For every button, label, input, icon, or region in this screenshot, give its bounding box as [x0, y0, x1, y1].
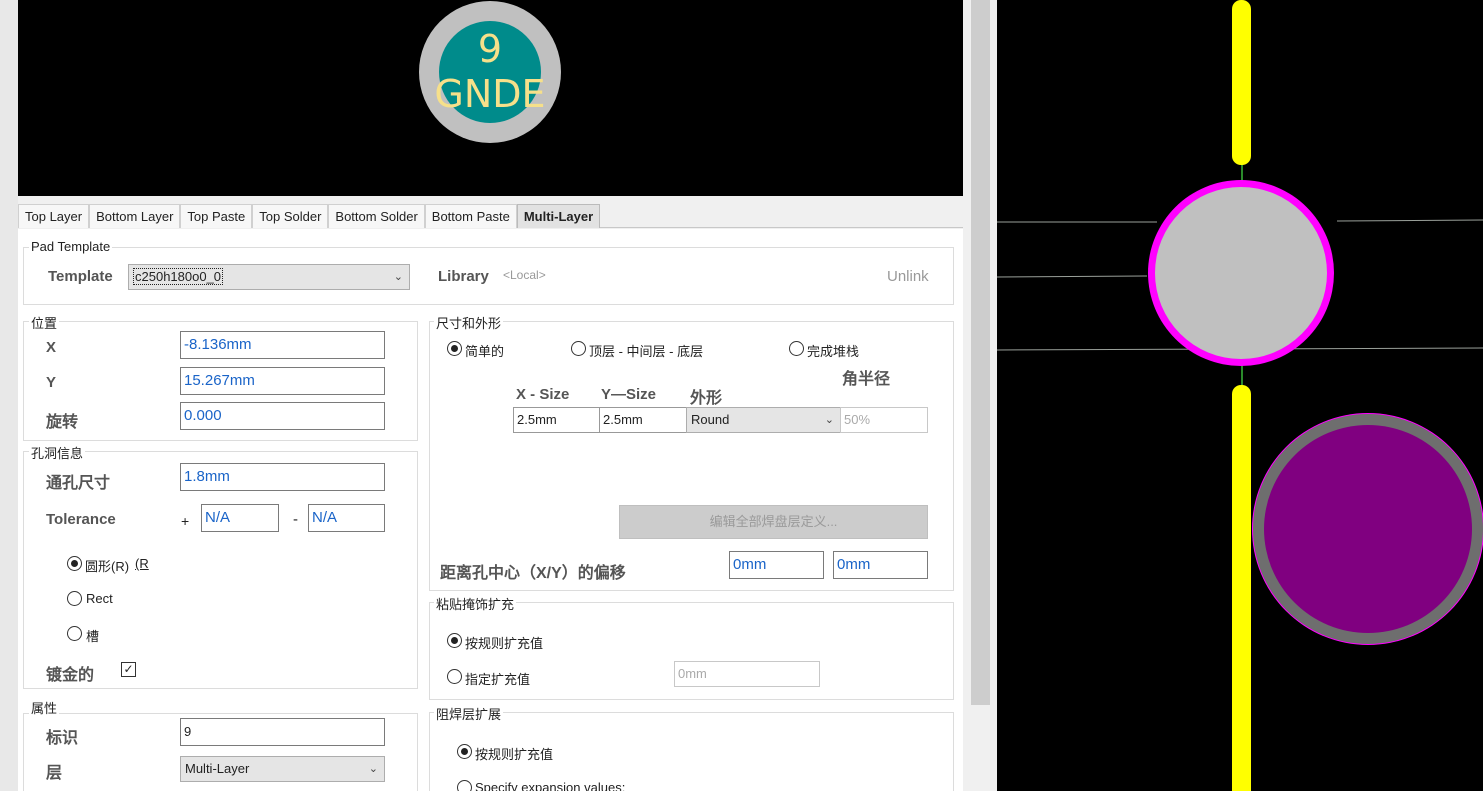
solder-rule-radio[interactable] [457, 744, 472, 759]
plated-checkbox[interactable]: ✓ [121, 662, 136, 677]
chevron-down-icon: ⌄ [824, 414, 834, 426]
properties-title: 属性 [29, 698, 60, 717]
tab-top-paste[interactable]: Top Paste [180, 204, 253, 228]
paste-specify-input[interactable]: 0mm [674, 661, 820, 687]
library-label: Library [438, 268, 489, 285]
pad-template-title: Pad Template [29, 239, 113, 254]
tab-top-layer[interactable]: Top Layer [18, 204, 90, 228]
tolerance-plus-sign: + [181, 513, 190, 529]
y-size-input[interactable]: 2.5mm [599, 407, 687, 433]
pcb-track-yellow-bottom[interactable] [1232, 385, 1251, 791]
hole-size-input[interactable]: 1.8mm [180, 463, 385, 491]
offset-y-input[interactable]: 0mm [833, 551, 928, 579]
x-input[interactable]: -8.136mm [180, 331, 385, 359]
x-label: X [46, 339, 57, 356]
hole-info-title: 孔洞信息 [29, 443, 86, 462]
pad-properties-dialog: 9 GNDE Top Layer Bottom Layer Top Paste … [0, 0, 968, 791]
layer-select-value: Multi-Layer [185, 761, 250, 776]
mode-top-mid-bottom-label: 顶层 - 中间层 - 底层 [589, 344, 704, 359]
solder-rule-label: 按规则扩充值 [475, 747, 554, 762]
mode-full-stack-label: 完成堆栈 [807, 344, 860, 359]
hole-shape-rect-radio[interactable] [67, 591, 82, 606]
mode-simple-radio[interactable] [447, 341, 462, 356]
mode-full-stack-radio[interactable] [789, 341, 804, 356]
layer-label: 层 [46, 765, 63, 782]
corner-radius-input[interactable]: 50% [840, 407, 928, 433]
hole-shape-round-accel: (R [135, 556, 149, 571]
x-size-header: X - Size [516, 386, 570, 403]
pad-preview-number: 9 [477, 27, 503, 71]
pad-preview: 9 GNDE [18, 0, 963, 196]
mode-top-mid-bottom-radio[interactable] [571, 341, 586, 356]
pcb-track-thin [1336, 219, 1483, 222]
paste-specify-label: 指定扩充值 [465, 672, 531, 687]
paste-rule-radio[interactable] [447, 633, 462, 648]
paste-rule-label: 按规则扩充值 [465, 636, 544, 651]
y-label: Y [46, 374, 57, 391]
edit-all-pad-layers-button[interactable]: 编辑全部焊盘层定义... [619, 505, 928, 539]
designator-input[interactable]: 9 [180, 718, 385, 746]
solder-specify-label: Specify expansion values: [475, 780, 626, 791]
hole-shape-slot-label: 槽 [86, 629, 100, 644]
unlink-link[interactable]: Unlink [887, 268, 929, 285]
template-select[interactable]: c250h180o0_0 ⌄ [128, 264, 410, 290]
mode-simple-label: 简单的 [465, 344, 505, 359]
pad-preview-net: GNDE [434, 72, 546, 116]
selected-pad[interactable] [1155, 187, 1327, 359]
size-shape-title: 尺寸和外形 [434, 313, 504, 332]
dialog-left-edge [0, 0, 18, 791]
tolerance-minus-input[interactable]: N/A [308, 504, 385, 532]
pcb-canvas-graphic [997, 0, 1483, 791]
tolerance-minus-sign: - [293, 511, 298, 528]
chevron-down-icon: ⌄ [393, 271, 403, 283]
shape-header: 外形 [690, 390, 723, 407]
tab-bottom-paste[interactable]: Bottom Paste [424, 204, 517, 228]
x-size-input[interactable]: 2.5mm [513, 407, 600, 433]
offset-label: 距离孔中心（X/Y）的偏移 [440, 565, 626, 582]
dialog-scrollbar-thumb[interactable] [971, 0, 990, 705]
dialog-content: Pad Template Template c250h180o0_0 ⌄ Lib… [18, 229, 963, 791]
y-input[interactable]: 15.267mm [180, 367, 385, 395]
hole-shape-slot-radio[interactable] [67, 626, 82, 641]
designator-label: 标识 [46, 730, 79, 747]
tolerance-plus-input[interactable]: N/A [201, 504, 279, 532]
tab-multi-layer[interactable]: Multi-Layer [516, 204, 601, 228]
corner-radius-header: 角半径 [842, 371, 891, 388]
rotation-input[interactable]: 0.000 [180, 402, 385, 430]
template-label: Template [48, 268, 113, 285]
plated-label: 镀金的 [46, 667, 95, 684]
pcb-track-yellow-top[interactable] [1232, 0, 1251, 165]
layer-select[interactable]: Multi-Layer ⌄ [180, 756, 385, 782]
solder-mask-title: 阻焊层扩展 [434, 704, 504, 723]
other-pad[interactable] [1264, 425, 1472, 633]
solder-specify-radio[interactable] [457, 780, 472, 791]
hole-size-label: 通孔尺寸 [46, 475, 111, 492]
pcb-canvas[interactable] [997, 0, 1483, 791]
tab-top-solder[interactable]: Top Solder [252, 204, 329, 228]
layer-tabs: Top Layer Bottom Layer Top Paste Top Sol… [18, 204, 963, 228]
position-title: 位置 [29, 313, 60, 332]
tab-bottom-solder[interactable]: Bottom Solder [328, 204, 425, 228]
paste-mask-title: 粘贴掩饰扩充 [434, 594, 517, 613]
library-value: <Local> [503, 268, 546, 282]
pad-shape-select-value: Round [691, 412, 730, 427]
chevron-down-icon: ⌄ [368, 763, 378, 775]
tab-bottom-layer[interactable]: Bottom Layer [89, 204, 181, 228]
pcb-track-thin [997, 275, 1148, 278]
pad-shape-select[interactable]: Round ⌄ [686, 407, 841, 433]
template-select-value: c250h180o0_0 [133, 268, 224, 285]
hole-shape-round-radio[interactable] [67, 556, 82, 571]
hole-shape-round-label: 圆形(R) [85, 559, 130, 574]
tolerance-label: Tolerance [46, 511, 116, 528]
hole-shape-rect-label: Rect [86, 591, 113, 606]
offset-x-input[interactable]: 0mm [729, 551, 824, 579]
paste-specify-radio[interactable] [447, 669, 462, 684]
y-size-header: Y—Size [601, 386, 657, 403]
rotation-label: 旋转 [46, 414, 79, 431]
